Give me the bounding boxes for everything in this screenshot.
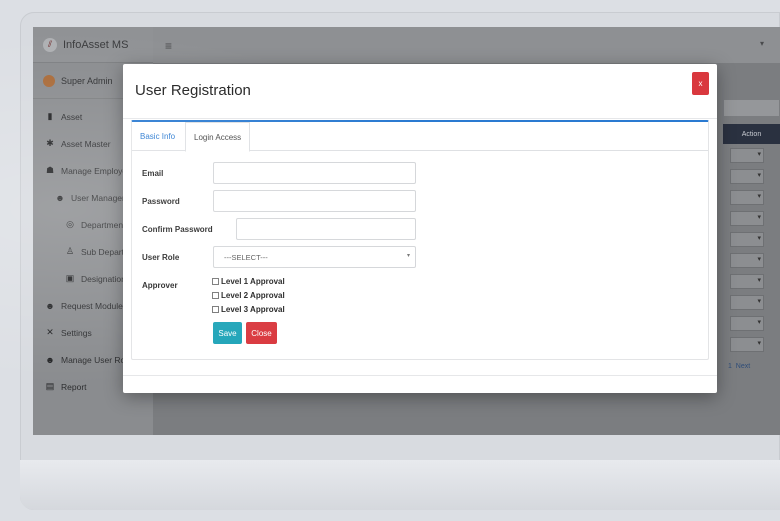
sidebar-item-label: Manage User Role — [61, 354, 132, 365]
tab-basic-info[interactable]: Basic Info — [132, 122, 183, 151]
form-card: Basic Info Login Access Email Password C… — [131, 120, 709, 360]
user-role-selected: ---SELECT--- — [224, 252, 268, 262]
confirm-password-label: Confirm Password — [142, 225, 213, 234]
sidebar-item-label: Department — [81, 219, 126, 230]
sidebar-item-label: Asset Master — [61, 138, 111, 149]
modal-close-button[interactable]: x — [692, 72, 709, 95]
pagination-page: 1 — [728, 363, 732, 370]
next-label: Next — [735, 363, 751, 370]
tab-bar: Basic Info Login Access — [132, 122, 708, 152]
row-action-select[interactable] — [730, 169, 764, 184]
checkbox-label: Level 1 Approval — [221, 277, 285, 286]
row-action-select[interactable] — [730, 274, 764, 289]
user-registration-modal: User Registration x Basic Info Login Acc… — [123, 64, 717, 393]
table-header-action: Action — [723, 124, 780, 144]
users-icon: ☗ — [45, 165, 55, 175]
row-action-select[interactable] — [730, 316, 764, 331]
email-field[interactable] — [213, 162, 416, 184]
person-icon: ♙ — [65, 246, 75, 256]
user-plus-icon: ☻ — [45, 354, 55, 365]
sidebar-item-label: Manage Employee — [61, 165, 132, 176]
checkbox-box[interactable] — [212, 306, 219, 313]
row-action-select[interactable] — [730, 295, 764, 310]
level-1-approval-checkbox[interactable]: Level 1 Approval — [212, 277, 285, 286]
brand[interactable]: ⫽ InfoAsset MS — [33, 27, 153, 63]
modal-body: Basic Info Login Access Email Password C… — [131, 120, 709, 360]
approver-label: Approver — [142, 281, 178, 290]
row-action-select[interactable] — [730, 232, 764, 247]
sidebar-item-label: Designation — [81, 273, 126, 284]
row-action-select[interactable] — [730, 253, 764, 268]
row-action-select[interactable] — [730, 211, 764, 226]
row-action-select[interactable] — [730, 190, 764, 205]
user-name: Super Admin — [61, 75, 113, 86]
checkbox-label: Level 3 Approval — [221, 305, 285, 314]
id-card-icon: ▣ — [65, 273, 75, 283]
password-field[interactable] — [213, 190, 416, 212]
background-search-input[interactable] — [723, 99, 780, 117]
user-role-select[interactable]: ---SELECT--- ▾ — [213, 246, 416, 268]
avatar — [43, 74, 55, 87]
sidebar-item-label: Asset — [61, 111, 83, 122]
row-action-select[interactable] — [730, 148, 764, 163]
chevron-down-icon[interactable]: ▾ — [760, 39, 764, 48]
save-button[interactable]: Save — [213, 322, 242, 344]
row-action-select[interactable] — [730, 337, 764, 352]
confirm-password-field[interactable] — [236, 218, 416, 240]
briefcase-icon: ▮ — [47, 111, 53, 121]
user-plus-icon: ☻ — [45, 300, 55, 311]
sidebar-item-label: Settings — [61, 327, 92, 338]
circle-gear-icon: ◎ — [66, 219, 74, 229]
modal-header: User Registration x — [123, 64, 717, 119]
email-label: Email — [142, 169, 164, 178]
checkbox-label: Level 2 Approval — [221, 291, 285, 300]
sidebar-item-label: Request Module — [61, 300, 123, 311]
checkbox-box[interactable] — [212, 292, 219, 299]
level-3-approval-checkbox[interactable]: Level 3 Approval — [212, 305, 285, 314]
top-bar: ≡ ▾ — [153, 27, 780, 63]
device-bezel-bottom — [20, 460, 780, 510]
pagination-next[interactable]: 1 Next — [728, 363, 750, 370]
brand-name: InfoAsset MS — [63, 38, 129, 51]
level-2-approval-checkbox[interactable]: Level 2 Approval — [212, 291, 285, 300]
modal-footer-divider — [123, 375, 717, 376]
password-label: Password — [142, 197, 180, 206]
close-button[interactable]: Close — [246, 322, 277, 344]
modal-title: User Registration — [135, 82, 251, 99]
tools-icon: ✕ — [46, 327, 54, 337]
user-role-label: User Role — [142, 253, 180, 262]
gear-icon: ✱ — [46, 138, 54, 148]
chevron-down-icon: ▾ — [406, 253, 410, 259]
checkbox-box[interactable] — [212, 278, 219, 285]
file-icon: ▤ — [45, 381, 55, 391]
sidebar-item-label: Report — [61, 381, 87, 392]
tab-login-access[interactable]: Login Access — [185, 122, 251, 152]
hamburger-icon[interactable]: ≡ — [165, 39, 172, 53]
logo-icon: ⫽ — [43, 37, 57, 52]
user-plus-icon: ☻ — [55, 192, 65, 203]
